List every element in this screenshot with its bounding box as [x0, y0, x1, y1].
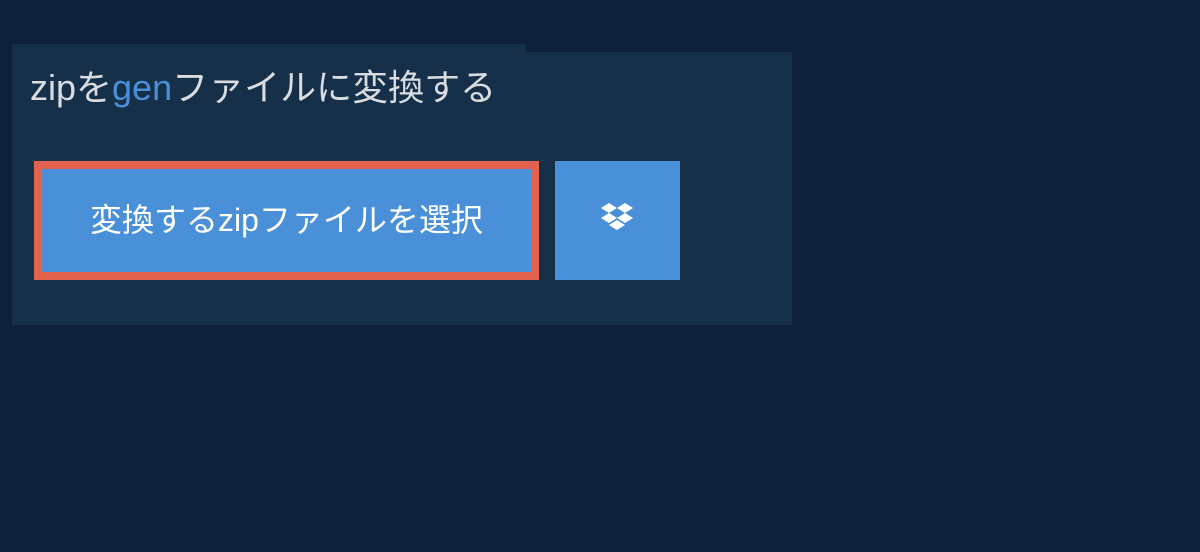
select-file-button[interactable]: 変換するzipファイルを選択 — [34, 161, 539, 279]
converter-panel: zipをgenファイルに変換する 変換するzipファイルを選択 — [12, 52, 792, 325]
dropbox-button[interactable] — [555, 161, 680, 279]
heading-accent: gen — [112, 67, 172, 108]
button-row: 変換するzipファイルを選択 — [34, 161, 792, 279]
heading-container: zipをgenファイルに変換する — [12, 44, 526, 131]
select-file-label: 変換するzipファイルを選択 — [90, 202, 483, 238]
page-heading: zipをgenファイルに変換する — [30, 66, 496, 109]
dropbox-icon — [597, 199, 637, 242]
heading-part2: ファイルに変換する — [172, 67, 496, 108]
heading-part1: zipを — [30, 67, 112, 108]
